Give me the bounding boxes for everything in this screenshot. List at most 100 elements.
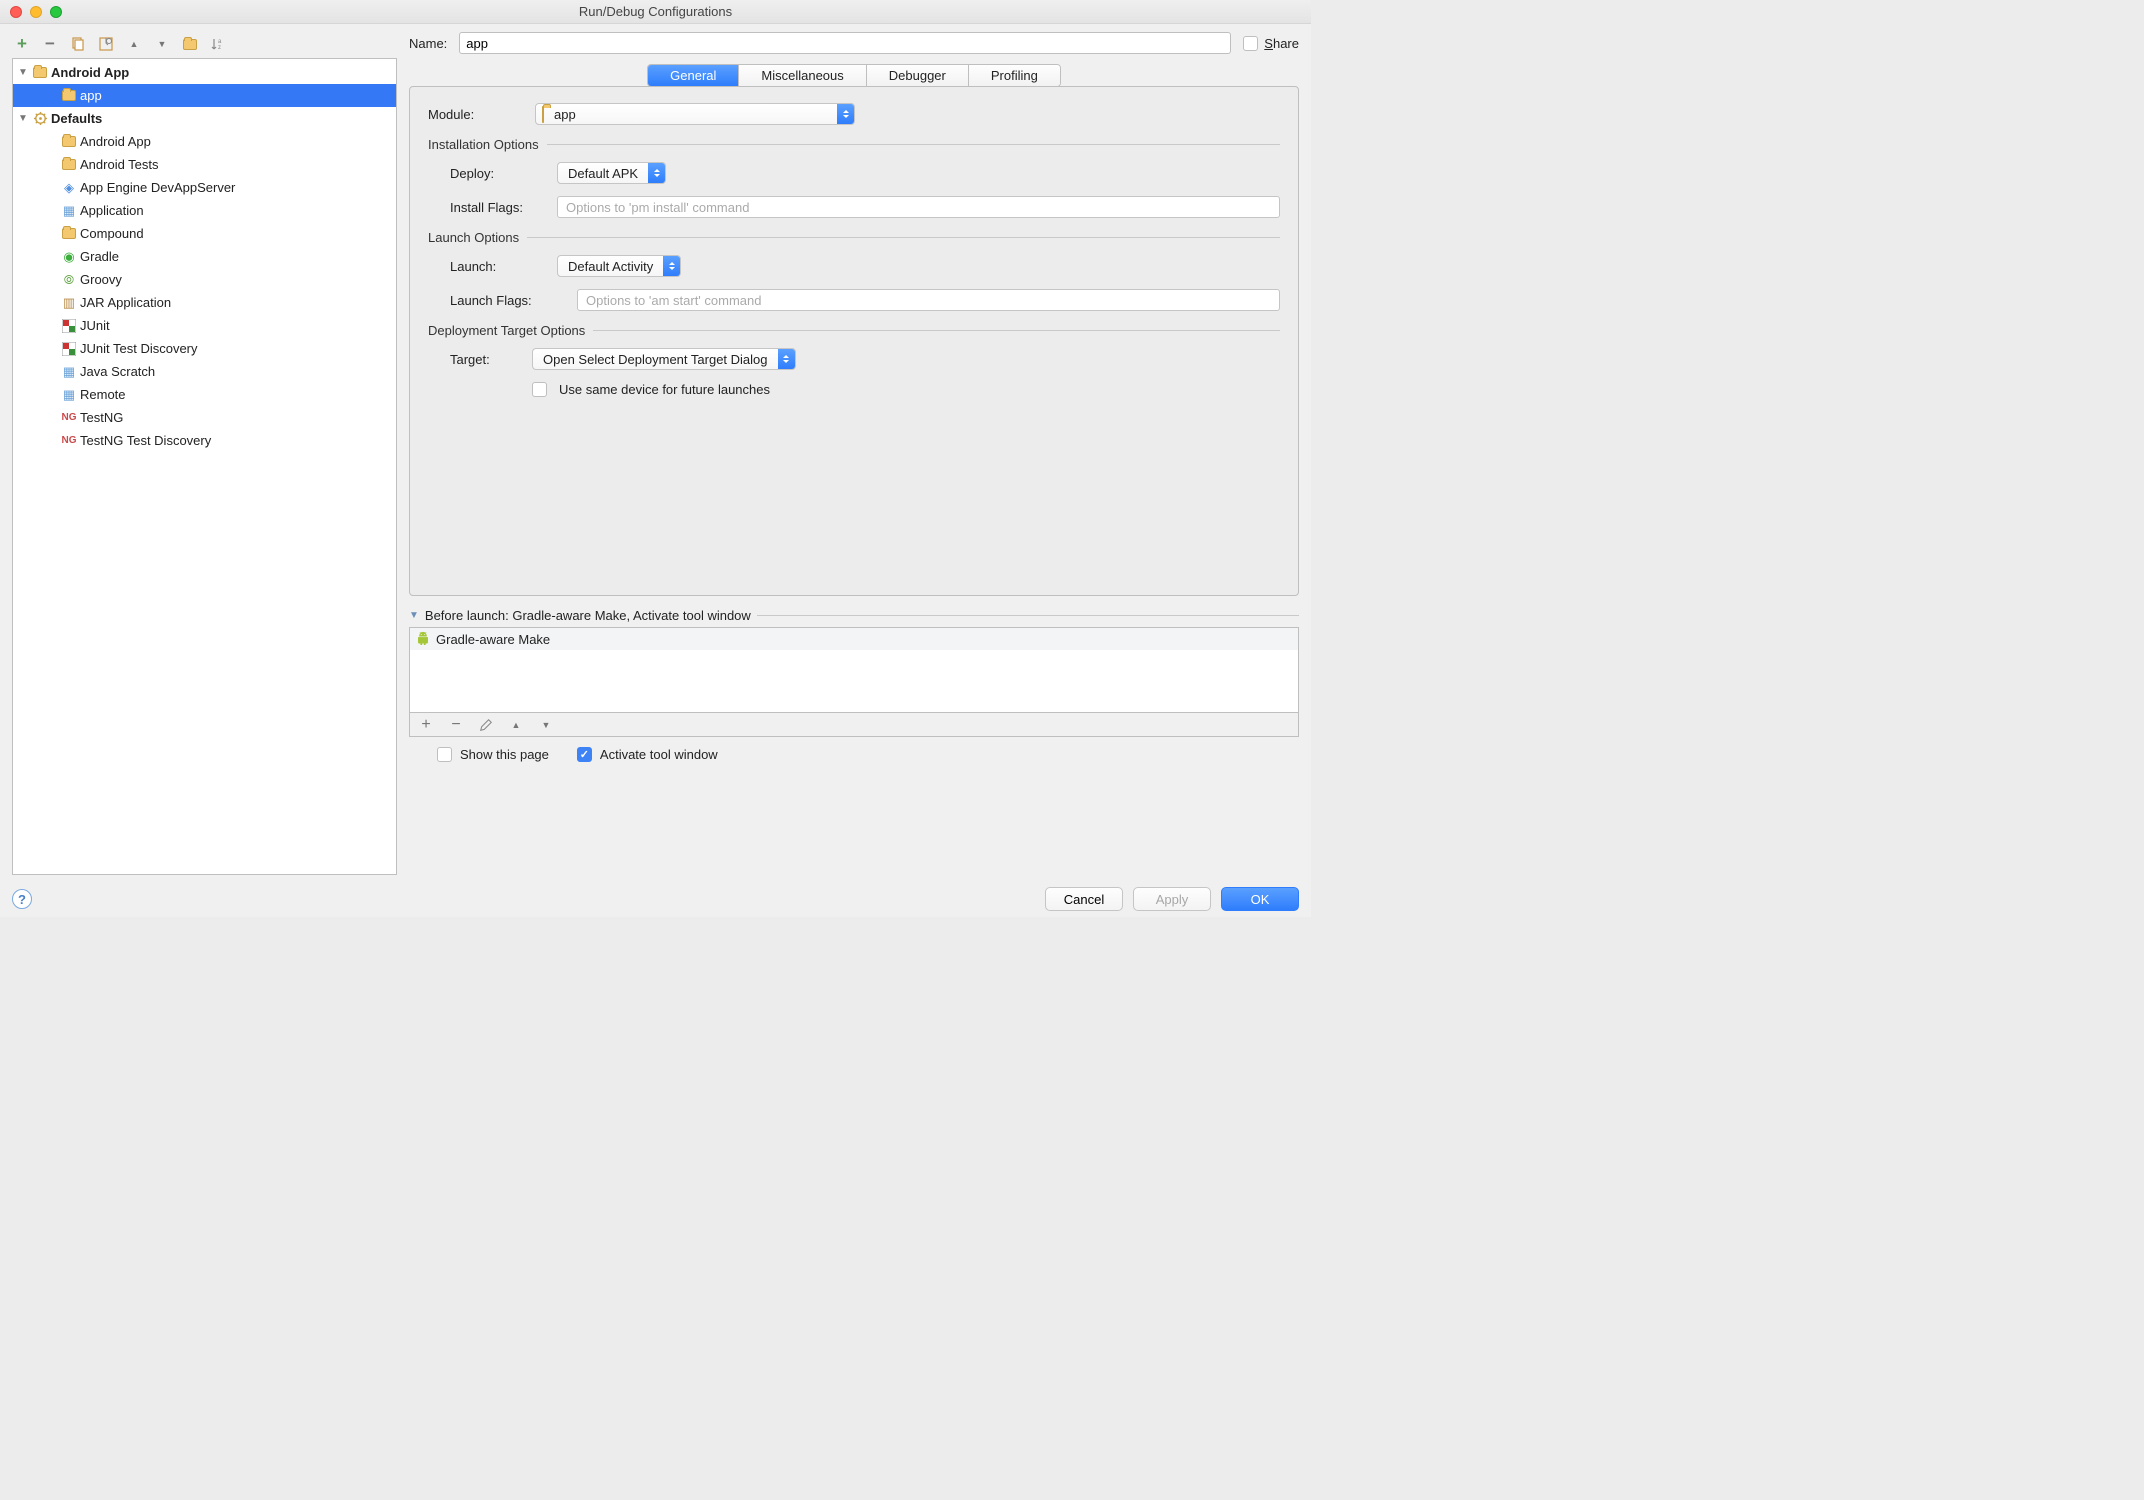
tree-node-default-gradle[interactable]: ◉Gradle — [13, 245, 396, 268]
select-caret-icon — [648, 163, 665, 183]
disclosure-arrow-icon[interactable]: ▼ — [17, 67, 29, 78]
before-launch-item-label: Gradle-aware Make — [436, 632, 550, 647]
bl-down-icon[interactable]: ▼ — [538, 717, 554, 733]
tree-node-default-junit[interactable]: JUnit — [13, 314, 396, 337]
tree-label: Remote — [80, 387, 126, 402]
tree-node-android-app[interactable]: ▼ Android App — [13, 61, 396, 84]
tab-debugger[interactable]: Debugger — [867, 65, 969, 86]
toolbar-move-down-icon[interactable]: ▼ — [154, 36, 170, 52]
folder-icon — [61, 157, 77, 173]
disclosure-arrow-icon[interactable]: ▼ — [17, 113, 29, 124]
bl-add-icon[interactable]: + — [418, 717, 434, 733]
tree-node-default-junit-discovery[interactable]: JUnit Test Discovery — [13, 337, 396, 360]
gradle-icon: ◉ — [61, 249, 77, 265]
tree-node-app[interactable]: app — [13, 84, 396, 107]
launch-options-section: Launch Options — [428, 230, 1280, 245]
deploy-select[interactable]: Default APK — [557, 162, 666, 184]
target-label: Target: — [450, 352, 520, 367]
install-flags-input[interactable] — [557, 196, 1280, 218]
run-config-folder-icon — [61, 88, 77, 104]
config-toolbar: + − ▲ ▼ az — [12, 32, 397, 58]
folder-icon — [61, 134, 77, 150]
folder-icon — [542, 107, 544, 122]
toolbar-folder-icon[interactable] — [182, 36, 198, 52]
svg-text:z: z — [218, 45, 221, 51]
cancel-button[interactable]: Cancel — [1045, 887, 1123, 911]
tree-node-default-java-scratch[interactable]: ▦Java Scratch — [13, 360, 396, 383]
testng-icon: NG — [61, 410, 77, 426]
tree-node-defaults[interactable]: ▼ Defaults — [13, 107, 396, 130]
installation-options-section: Installation Options — [428, 137, 1280, 152]
tree-node-default-compound[interactable]: Compound — [13, 222, 396, 245]
tree-label: JUnit Test Discovery — [80, 341, 198, 356]
toolbar-save-icon[interactable] — [98, 36, 114, 52]
tree-node-default-remote[interactable]: ▦Remote — [13, 383, 396, 406]
tree-label: Defaults — [51, 111, 102, 126]
java-scratch-icon: ▦ — [61, 364, 77, 380]
remote-icon: ▦ — [61, 387, 77, 403]
launch-flags-label: Launch Flags: — [450, 293, 565, 308]
apply-button[interactable]: Apply — [1133, 887, 1211, 911]
toolbar-add-icon[interactable]: + — [14, 36, 30, 52]
same-device-label: Use same device for future launches — [559, 382, 770, 397]
tree-label: Android App — [80, 134, 151, 149]
launch-label: Launch: — [450, 259, 545, 274]
activate-tool-window-checkbox[interactable] — [577, 747, 592, 762]
tab-profiling[interactable]: Profiling — [969, 65, 1060, 86]
bl-up-icon[interactable]: ▲ — [508, 717, 524, 733]
show-this-page-checkbox[interactable] — [437, 747, 452, 762]
deployment-target-section: Deployment Target Options — [428, 323, 1280, 338]
tree-label: Application — [80, 203, 144, 218]
show-this-page-label: Show this page — [460, 747, 549, 762]
share-checkbox[interactable] — [1243, 36, 1258, 51]
select-caret-icon — [837, 104, 854, 124]
before-launch-list[interactable]: Gradle-aware Make — [409, 627, 1299, 713]
toolbar-remove-icon[interactable]: − — [42, 36, 58, 52]
bl-remove-icon[interactable]: − — [448, 717, 464, 733]
launch-flags-input[interactable] — [577, 289, 1280, 311]
ok-button[interactable]: OK — [1221, 887, 1299, 911]
target-select[interactable]: Open Select Deployment Target Dialog — [532, 348, 796, 370]
tree-node-default-android-tests[interactable]: Android Tests — [13, 153, 396, 176]
tree-node-default-application[interactable]: ▦Application — [13, 199, 396, 222]
application-icon: ▦ — [61, 203, 77, 219]
activate-tool-window-label: Activate tool window — [600, 747, 718, 762]
window-title: Run/Debug Configurations — [0, 4, 1311, 19]
testng-icon: NG — [61, 433, 77, 449]
select-caret-icon — [778, 349, 795, 369]
tree-label: TestNG Test Discovery — [80, 433, 211, 448]
tree-node-default-jar[interactable]: ▥JAR Application — [13, 291, 396, 314]
tree-node-default-appengine[interactable]: ◈App Engine DevAppServer — [13, 176, 396, 199]
tree-node-default-android-app[interactable]: Android App — [13, 130, 396, 153]
toolbar-move-up-icon[interactable]: ▲ — [126, 36, 142, 52]
bl-edit-icon[interactable] — [478, 717, 494, 733]
tree-label: Android App — [51, 65, 129, 80]
tree-node-default-testng[interactable]: NGTestNG — [13, 406, 396, 429]
module-label: Module: — [428, 107, 523, 122]
tab-miscellaneous[interactable]: Miscellaneous — [739, 65, 866, 86]
toolbar-sort-icon[interactable]: az — [210, 36, 226, 52]
tree-label: app — [80, 88, 102, 103]
toolbar-copy-icon[interactable] — [70, 36, 86, 52]
titlebar: Run/Debug Configurations — [0, 0, 1311, 24]
deploy-value: Default APK — [558, 166, 648, 181]
same-device-checkbox[interactable] — [532, 382, 547, 397]
tree-node-default-groovy[interactable]: ⦾Groovy — [13, 268, 396, 291]
tree-node-default-testng-discovery[interactable]: NGTestNG Test Discovery — [13, 429, 396, 452]
appengine-icon: ◈ — [61, 180, 77, 196]
disclosure-arrow-icon[interactable]: ▼ — [409, 610, 419, 621]
before-launch-item[interactable]: Gradle-aware Make — [410, 628, 1298, 650]
tab-general[interactable]: General — [648, 65, 739, 86]
launch-value: Default Activity — [558, 259, 663, 274]
name-input[interactable] — [459, 32, 1231, 54]
tree-label: Android Tests — [80, 157, 159, 172]
module-select[interactable]: app — [535, 103, 855, 125]
config-tree[interactable]: ▼ Android App app ▼ Defaults — [12, 58, 397, 875]
tree-label: TestNG — [80, 410, 123, 425]
help-button[interactable]: ? — [12, 889, 32, 909]
launch-select[interactable]: Default Activity — [557, 255, 681, 277]
tree-label: App Engine DevAppServer — [80, 180, 235, 195]
junit-icon — [61, 341, 77, 357]
before-launch-header: Before launch: Gradle-aware Make, Activa… — [425, 608, 751, 623]
select-caret-icon — [663, 256, 680, 276]
